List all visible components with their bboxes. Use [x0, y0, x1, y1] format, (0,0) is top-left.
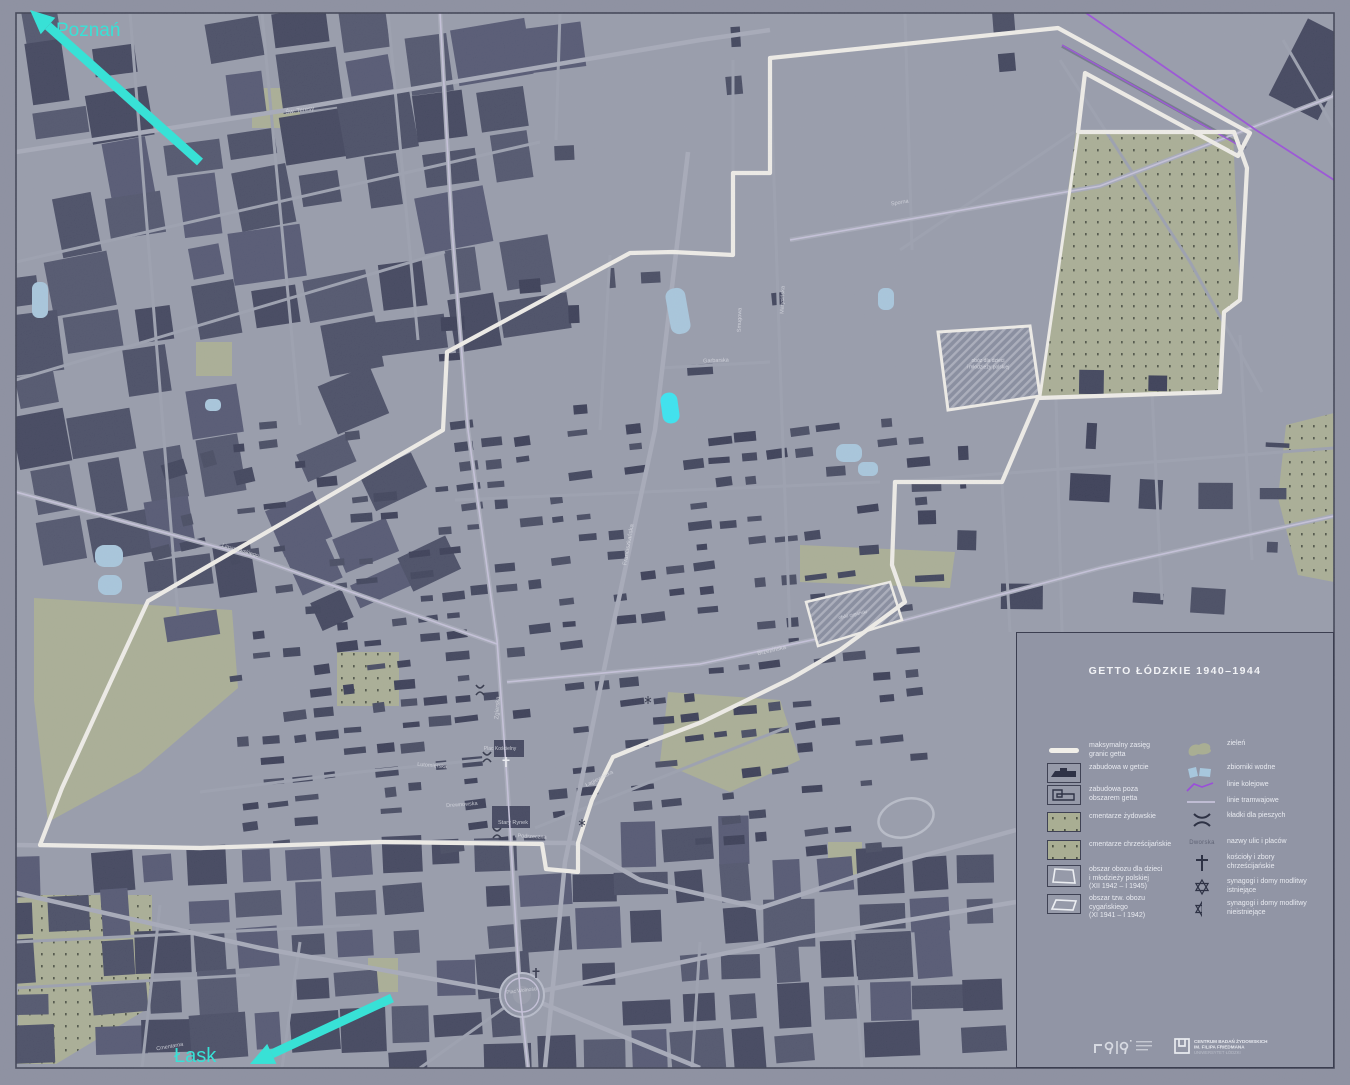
credit-line1: CENTRUM BADAŃ ŻYDOWSKICH — [1194, 1037, 1268, 1044]
children-camp-icon — [1047, 865, 1081, 887]
legend-item-footbridges: kładki dla pieszych — [1185, 811, 1331, 829]
star-of-david-icon — [1194, 878, 1210, 896]
historical-map-getto-lodzkie: obóz dla dzieci i młodzieży polskiej obóz … — [0, 0, 1350, 1085]
half-star-icon — [1185, 899, 1219, 919]
legend-item-churches: kościoły i zbory chrześcijańskie — [1185, 853, 1331, 873]
legend-item-buildings-outside: zabudowa poza obszarem getta — [1047, 785, 1207, 805]
legend-item-buildings-in-ghetto: zabudowa w getcie — [1047, 763, 1207, 783]
legend-item-greenery: zieleń — [1185, 739, 1331, 759]
greenery-icon — [1188, 743, 1211, 756]
outside-building-icon — [1047, 785, 1081, 805]
church-cross-icon — [1196, 855, 1208, 871]
legend-panel: GETTO ŁÓDZKIE 1940–1944 maksymalny zasię… — [1016, 632, 1334, 1068]
credit-line2: IM. FILIPA FRIEDMANA — [1194, 1045, 1245, 1050]
gypsy-camp-icon — [1047, 894, 1081, 914]
legend-item-water: zbiorniki wodne — [1185, 763, 1331, 779]
jewish-cemetery-icon — [1047, 812, 1081, 832]
legend-item-tramways: linie tramwajowe — [1185, 796, 1331, 808]
poznan-label: Poznań — [56, 20, 120, 41]
boundary-line-icon — [1049, 748, 1079, 753]
legend-item-street-names: Dworska nazwy ulic i placów — [1185, 837, 1331, 847]
christian-cemetery-icon — [1047, 840, 1081, 860]
credits-logos: CENTRUM BADAŃ ŻYDOWSKICH IM. FILIPA FRIE… — [1094, 1037, 1268, 1055]
legend-item-synagogues-gone: synagogi i domy modlitwy nieistniejące — [1185, 899, 1331, 919]
railway-icon — [1186, 782, 1214, 792]
footbridge-icon — [1193, 813, 1211, 827]
legend-item-railways: linie kolejowe — [1185, 780, 1331, 794]
tramway-icon — [1187, 801, 1215, 803]
legend-item-jewish-cemeteries: cmentarze żydowskie — [1047, 812, 1207, 832]
legend-title: GETTO ŁÓDZKIE 1940–1944 — [1088, 665, 1262, 677]
university-center-logo: CENTRUM BADAŃ ŻYDOWSKICH IM. FILIPA FRIE… — [1174, 1037, 1268, 1055]
legend-item-christian-cemeteries: cmentarze chrześcijańskie — [1047, 840, 1207, 860]
legend-item-ghetto-boundary: maksymalny zasięg granic getta — [1047, 741, 1207, 761]
legend-item-children-camp: obszar obozu dla dzieci i młodzieży pols… — [1047, 865, 1207, 892]
credit-line3: UNIWERSYTET ŁÓDZKI — [1194, 1050, 1241, 1055]
legend-item-synagogues-existing: synagogi i domy modlitwy istniejące — [1185, 877, 1331, 897]
ghetto-building-icon — [1047, 763, 1081, 783]
street-name-sample: Dworska — [1189, 840, 1215, 846]
water-icon — [1188, 767, 1211, 778]
legend-item-gypsy-camp: obszar tzw. obozu cygańskiego (XI 1941 –… — [1047, 894, 1207, 921]
lask-label: Łask — [174, 1045, 217, 1067]
institute-logo — [1094, 1040, 1152, 1055]
